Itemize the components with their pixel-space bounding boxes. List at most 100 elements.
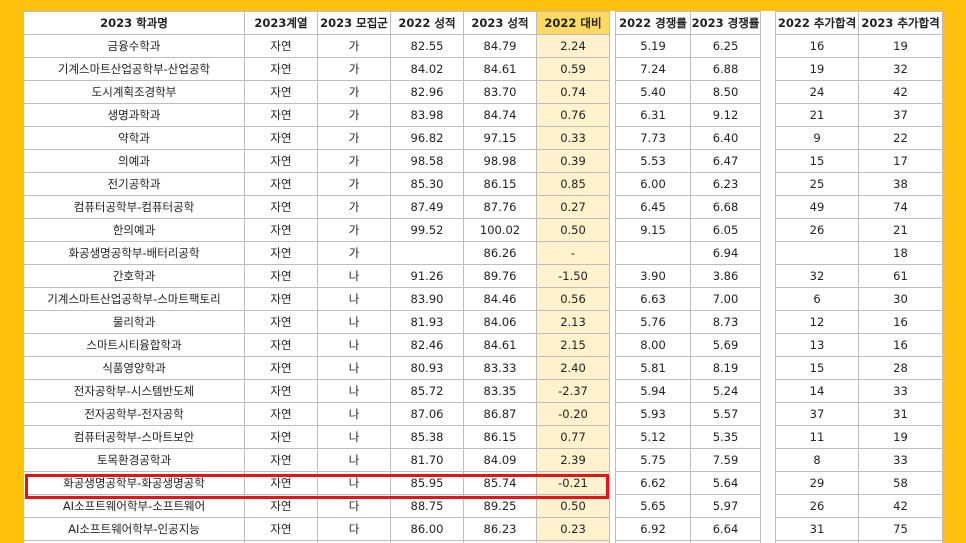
competition-2022-cell[interactable]: 6.62 <box>615 471 691 495</box>
score-2022-cell[interactable]: 82.46 <box>390 333 464 357</box>
group-cell[interactable]: 가 <box>317 126 391 150</box>
additional-2023-cell[interactable]: 61 <box>858 264 943 288</box>
score-2023-cell[interactable]: 84.06 <box>463 310 537 334</box>
group-cell[interactable]: 나 <box>317 264 391 288</box>
additional-2023-cell[interactable]: 22 <box>858 126 943 150</box>
additional-2022-cell[interactable] <box>775 241 859 265</box>
additional-2022-cell[interactable]: 6 <box>775 287 859 311</box>
department-cell[interactable]: 간호학과 <box>23 264 245 288</box>
diff-cell[interactable]: 0.50 <box>536 494 610 518</box>
group-cell[interactable]: 가 <box>317 241 391 265</box>
additional-2022-cell[interactable]: 11 <box>775 425 859 449</box>
diff-cell[interactable]: - <box>536 241 610 265</box>
header-competition-2023[interactable]: 2023 경쟁률 <box>690 11 761 35</box>
group-cell[interactable]: 나 <box>317 425 391 449</box>
group-cell[interactable]: 나 <box>317 310 391 334</box>
score-2022-cell[interactable]: 91.26 <box>390 264 464 288</box>
additional-2023-cell[interactable]: 32 <box>858 57 943 81</box>
diff-cell[interactable]: 0.33 <box>536 126 610 150</box>
group-cell[interactable]: 나 <box>317 448 391 472</box>
additional-2023-cell[interactable]: 19 <box>858 34 943 58</box>
competition-2022-cell[interactable]: 6.45 <box>615 195 691 219</box>
department-cell[interactable]: 컴퓨터공학부-컴퓨터공학 <box>23 195 245 219</box>
competition-2022-cell[interactable]: 3.90 <box>615 264 691 288</box>
track-cell[interactable]: 자연 <box>244 356 318 380</box>
additional-2022-cell[interactable]: 14 <box>775 379 859 403</box>
competition-2022-cell[interactable]: 6.00 <box>615 172 691 196</box>
department-cell[interactable]: 전기공학과 <box>23 172 245 196</box>
header-name[interactable]: 2023 학과명 <box>23 11 245 35</box>
competition-2022-cell[interactable]: 5.75 <box>615 448 691 472</box>
department-cell[interactable]: 한의예과 <box>23 218 245 242</box>
department-cell[interactable]: 전자공학부-전자공학 <box>23 402 245 426</box>
competition-2022-cell[interactable]: 5.81 <box>615 356 691 380</box>
diff-cell[interactable]: 0.50 <box>536 218 610 242</box>
score-2023-cell[interactable]: 98.98 <box>463 149 537 173</box>
competition-2023-cell[interactable]: 6.64 <box>690 517 761 541</box>
group-cell[interactable]: 나 <box>317 287 391 311</box>
score-2023-cell[interactable]: 89.76 <box>463 264 537 288</box>
department-cell[interactable]: 기계스마트산업공학부-산업공학 <box>23 57 245 81</box>
competition-2023-cell[interactable]: 5.57 <box>690 402 761 426</box>
additional-2022-cell[interactable]: 26 <box>775 218 859 242</box>
score-2022-cell[interactable]: 88.75 <box>390 494 464 518</box>
score-2023-cell[interactable]: 97.15 <box>463 126 537 150</box>
additional-2023-cell[interactable]: 28 <box>858 356 943 380</box>
score-2023-cell[interactable]: 84.61 <box>463 333 537 357</box>
diff-cell[interactable]: 0.77 <box>536 425 610 449</box>
diff-cell[interactable]: 2.39 <box>536 448 610 472</box>
track-cell[interactable]: 자연 <box>244 494 318 518</box>
diff-cell[interactable]: -0.20 <box>536 402 610 426</box>
department-cell[interactable]: 물리학과 <box>23 310 245 334</box>
additional-2023-cell[interactable]: 75 <box>858 517 943 541</box>
competition-2023-cell[interactable]: 6.25 <box>690 34 761 58</box>
diff-cell[interactable]: 0.39 <box>536 149 610 173</box>
diff-cell[interactable]: 2.13 <box>536 310 610 334</box>
competition-2022-cell[interactable]: 5.94 <box>615 379 691 403</box>
department-cell[interactable]: 식품영양학과 <box>23 356 245 380</box>
group-cell[interactable]: 다 <box>317 517 391 541</box>
competition-2023-cell[interactable]: 5.64 <box>690 471 761 495</box>
group-cell[interactable]: 나 <box>317 402 391 426</box>
track-cell[interactable]: 자연 <box>244 103 318 127</box>
score-2023-cell[interactable]: 86.15 <box>463 425 537 449</box>
score-2023-cell[interactable]: 83.33 <box>463 356 537 380</box>
diff-cell[interactable]: 0.74 <box>536 80 610 104</box>
additional-2023-cell[interactable]: 42 <box>858 80 943 104</box>
additional-2022-cell[interactable]: 25 <box>775 172 859 196</box>
group-cell[interactable]: 가 <box>317 172 391 196</box>
competition-2023-cell[interactable]: 7.59 <box>690 448 761 472</box>
competition-2022-cell[interactable]: 5.76 <box>615 310 691 334</box>
diff-cell[interactable]: 0.23 <box>536 517 610 541</box>
competition-2023-cell[interactable]: 6.40 <box>690 126 761 150</box>
score-2023-cell[interactable]: 86.23 <box>463 517 537 541</box>
department-cell[interactable]: 생명과학과 <box>23 103 245 127</box>
group-cell[interactable]: 나 <box>317 333 391 357</box>
department-cell[interactable]: 약학과 <box>23 126 245 150</box>
diff-cell[interactable]: -2.37 <box>536 379 610 403</box>
group-cell[interactable]: 가 <box>317 34 391 58</box>
competition-2023-cell[interactable]: 7.00 <box>690 287 761 311</box>
score-2022-cell[interactable]: 85.72 <box>390 379 464 403</box>
additional-2023-cell[interactable]: 37 <box>858 103 943 127</box>
additional-2022-cell[interactable]: 9 <box>775 126 859 150</box>
score-2023-cell[interactable]: 86.87 <box>463 402 537 426</box>
score-2022-cell[interactable] <box>390 241 464 265</box>
department-cell[interactable]: 도시계획조경학부 <box>23 80 245 104</box>
diff-cell[interactable]: 0.76 <box>536 103 610 127</box>
competition-2023-cell[interactable]: 9.12 <box>690 103 761 127</box>
department-cell[interactable]: 컴퓨터공학부-스마트보안 <box>23 425 245 449</box>
competition-2023-cell[interactable]: 6.23 <box>690 172 761 196</box>
diff-cell[interactable]: 0.56 <box>536 287 610 311</box>
competition-2023-cell[interactable]: 5.69 <box>690 333 761 357</box>
department-cell[interactable]: 전자공학부-시스템반도체 <box>23 379 245 403</box>
group-cell[interactable]: 다 <box>317 494 391 518</box>
competition-2022-cell[interactable]: 7.24 <box>615 57 691 81</box>
header-additional-2022[interactable]: 2022 추가합격 <box>775 11 859 35</box>
track-cell[interactable]: 자연 <box>244 149 318 173</box>
additional-2022-cell[interactable]: 31 <box>775 517 859 541</box>
score-2022-cell[interactable]: 96.82 <box>390 126 464 150</box>
group-cell[interactable]: 가 <box>317 103 391 127</box>
score-2022-cell[interactable]: 81.70 <box>390 448 464 472</box>
score-2022-cell[interactable]: 81.93 <box>390 310 464 334</box>
